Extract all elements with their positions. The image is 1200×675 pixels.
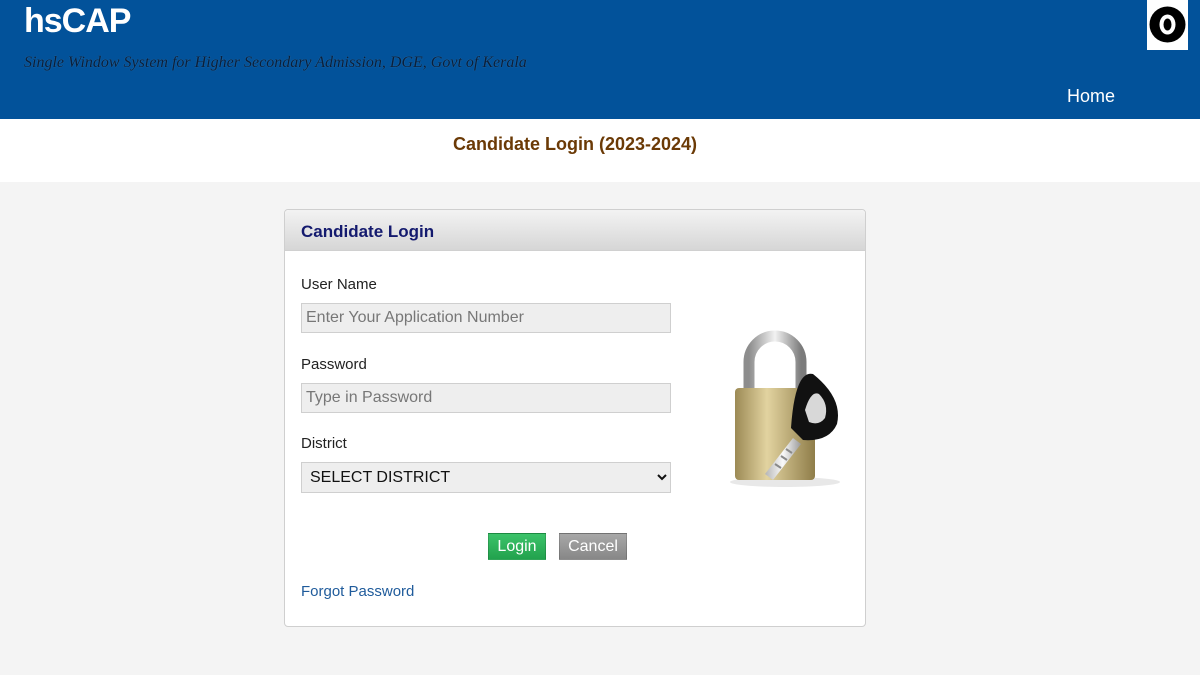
login-panel-header: Candidate Login (285, 210, 865, 251)
padlock-key-icon (730, 330, 840, 487)
logo-box (1147, 0, 1188, 50)
username-label: User Name (301, 276, 377, 293)
username-input[interactable] (301, 303, 671, 333)
nav-home-link[interactable]: Home (1067, 86, 1115, 107)
district-label: District (301, 435, 347, 452)
cancel-button[interactable]: Cancel (559, 533, 627, 560)
district-select[interactable]: SELECT DISTRICT (301, 462, 671, 493)
page-title: Candidate Login (2023-2024) (452, 134, 698, 154)
app-title: hsCAP (24, 2, 131, 40)
app-subtitle: Single Window System for Higher Secondar… (24, 54, 527, 71)
top-header: hsCAP Single Window System for Higher Se… (0, 0, 1200, 119)
password-input[interactable] (301, 383, 671, 413)
forgot-password-link[interactable]: Forgot Password (301, 583, 414, 600)
login-button[interactable]: Login (488, 533, 546, 560)
circle-ring-logo-icon (1149, 6, 1186, 43)
password-label: Password (301, 356, 367, 373)
login-panel-title: Candidate Login (301, 222, 435, 241)
login-panel: Candidate Login User Name Password Distr… (284, 209, 866, 627)
